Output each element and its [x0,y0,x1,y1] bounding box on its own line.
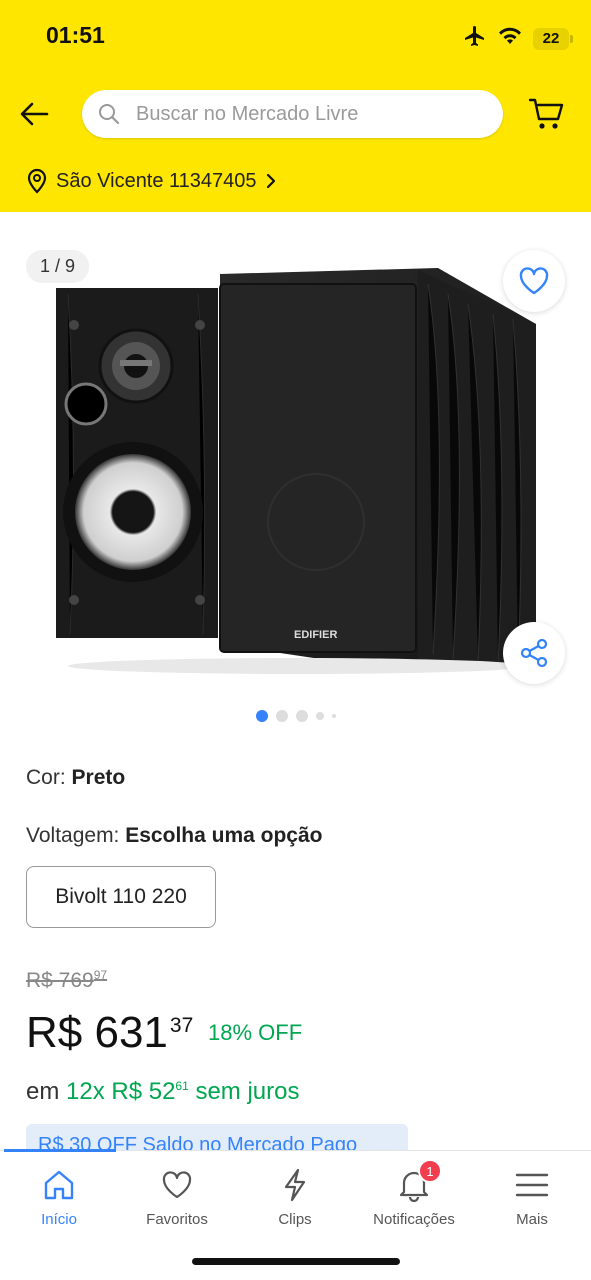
chevron-right-icon [266,173,275,189]
tab-label: Clips [278,1211,312,1228]
tab-label: Notificações [373,1211,455,1228]
carousel-dot[interactable] [295,710,308,722]
airplane-icon [463,24,487,53]
share-button[interactable] [503,622,565,684]
status-icons: 22 [463,24,573,53]
heart-icon [161,1167,193,1203]
tab-label: Início [41,1211,77,1228]
voltage-attribute: Voltagem: Escolha uma opção [26,824,322,848]
menu-icon [515,1167,549,1203]
color-label: Cor: [26,766,66,789]
price-integer: R$ 631 [26,1008,168,1057]
tab-label: Mais [516,1211,548,1228]
heart-icon [519,267,549,295]
status-time: 01:51 [46,22,105,48]
voltage-value: Escolha uma opção [125,824,323,847]
cart-icon [528,98,564,129]
carousel-dot[interactable] [255,710,268,722]
header: 01:51 22 São Vicente 11347405 [0,0,591,212]
battery-indicator: 22 [533,27,573,50]
status-bar: 01:51 22 [0,0,591,72]
carousel-dot[interactable] [275,710,288,722]
home-indicator[interactable] [192,1258,400,1265]
installments-cents: 61 [175,1079,189,1093]
favorite-button[interactable] [503,250,565,312]
brand-logo: EDIFIER [294,629,337,641]
voltage-label: Voltagem: [26,824,120,847]
voltage-option-button[interactable]: Bivolt 110 220 [26,866,216,928]
installments-suffix: sem juros [195,1078,300,1105]
active-tab-indicator [4,1149,116,1152]
installments[interactable]: em 12x R$ 5261 sem juros [26,1078,299,1106]
old-price-cents: 97 [93,968,108,982]
location-text: São Vicente 11347405 [56,169,257,192]
home-icon [42,1167,76,1203]
notification-badge: 1 [418,1159,442,1183]
tab-inicio[interactable]: Início [4,1167,114,1228]
old-price: R$ 76997 [26,968,107,993]
color-value: Preto [71,766,126,789]
cart-button[interactable] [524,94,568,134]
carousel-dot[interactable] [315,712,324,720]
back-button[interactable] [14,94,54,134]
location-pin-icon [27,168,47,194]
tab-favoritos[interactable]: Favoritos [122,1167,232,1228]
tab-label: Favoritos [146,1211,208,1228]
current-price: R$ 631 37 [26,1008,193,1058]
product-gallery[interactable]: 1 / 9 EDIFIER [0,212,591,732]
arrow-left-icon [20,102,49,126]
carousel-dots [0,710,591,722]
installments-prefix: em [26,1078,60,1105]
color-attribute: Cor: Preto [26,766,125,790]
clips-icon [281,1167,309,1203]
search-bar[interactable] [82,90,503,138]
share-icon [520,638,548,668]
tab-clips[interactable]: Clips [240,1167,350,1228]
tab-notificacoes[interactable]: 1 Notificações [359,1159,469,1228]
installments-integer: 12x R$ 52 [66,1078,176,1105]
search-icon [98,103,120,125]
tab-mais[interactable]: Mais [477,1167,587,1228]
bell-icon: 1 [398,1159,442,1203]
product-image[interactable]: EDIFIER [48,264,543,674]
search-input[interactable] [136,102,476,126]
price-cents: 37 [169,1014,194,1037]
wifi-icon [497,26,523,51]
carousel-dot[interactable] [331,714,336,718]
old-price-integer: R$ 769 [26,969,94,992]
discount-badge: 18% OFF [208,1020,303,1045]
location-selector[interactable]: São Vicente 11347405 [26,168,277,194]
installments-value: 12x R$ 5261 [66,1078,189,1105]
